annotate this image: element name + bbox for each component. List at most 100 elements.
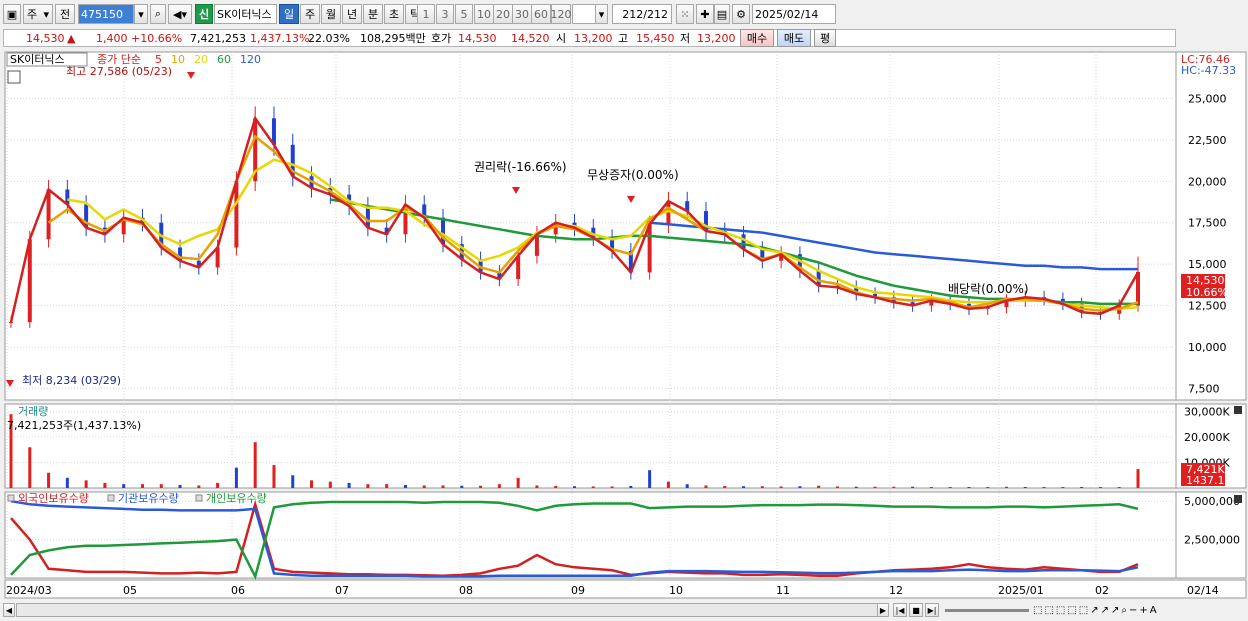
x-label-7: 11 xyxy=(776,584,790,597)
hold-tick-0: 2,500,000 xyxy=(1184,534,1240,547)
volume-bar xyxy=(835,486,839,488)
volume-bar xyxy=(723,485,727,488)
volume-bar xyxy=(629,485,633,488)
volume-bar xyxy=(460,485,464,488)
vol-tick-1: 20,000K xyxy=(1184,431,1230,444)
volume-bar xyxy=(573,486,576,488)
interval-tab-10[interactable]: 10 xyxy=(474,4,494,24)
interval-tab-60[interactable]: 60 xyxy=(531,4,551,24)
stock-name-field[interactable]: SK이터닉스 xyxy=(214,4,277,24)
period-tab-5[interactable]: 초 xyxy=(384,4,404,24)
volume-bar xyxy=(873,486,877,488)
volume-bar xyxy=(610,486,614,488)
first-icon[interactable]: |◀ xyxy=(893,603,907,617)
volume-bar xyxy=(328,481,332,488)
search-icon[interactable]: ⌕ xyxy=(150,4,166,24)
volume-bar xyxy=(1061,486,1065,488)
stock-code-input[interactable]: 475150 xyxy=(78,4,134,24)
interval-tab-30[interactable]: 30 xyxy=(512,4,532,24)
volume-bar xyxy=(967,486,971,488)
volume-bar xyxy=(948,486,952,488)
volume-bar xyxy=(704,485,708,488)
x-label-5: 09 xyxy=(571,584,585,597)
volume-bar xyxy=(929,486,933,488)
window-menu-icon[interactable]: ▣ xyxy=(3,4,21,24)
interval-tab-5[interactable]: 5 xyxy=(455,4,473,24)
period-tab-3[interactable]: 년 xyxy=(342,4,362,24)
table-toggle-icon[interactable] xyxy=(7,70,21,84)
save-icon[interactable]: ▤ xyxy=(714,4,730,24)
scroll-right-icon[interactable]: ▶ xyxy=(877,603,889,617)
low-price: 13,200 xyxy=(697,31,736,45)
price-tick-7: 25,000 xyxy=(1188,92,1227,105)
x-label-4: 08 xyxy=(459,584,473,597)
price-tick-3: 15,000 xyxy=(1188,258,1227,271)
buy-button[interactable]: 매수 xyxy=(740,29,774,47)
code-dropdown-icon[interactable]: ▾ xyxy=(134,4,148,24)
crosshair-icon[interactable]: ✚ xyxy=(696,4,714,24)
volume-bar xyxy=(253,442,257,488)
market-select[interactable]: 주 ▾ xyxy=(23,4,53,24)
change-percent: +10.66% xyxy=(131,31,183,45)
period-tab-2[interactable]: 월 xyxy=(321,4,341,24)
bar-count-field[interactable]: 212/212 xyxy=(612,4,672,24)
gear-icon[interactable]: ⚙ xyxy=(732,4,750,24)
price-tick-0: 7,500 xyxy=(1188,382,1220,395)
interval-tab-20[interactable]: 20 xyxy=(493,4,513,24)
prev-button[interactable]: 전 xyxy=(55,4,75,24)
holder-legend-box-2 xyxy=(195,494,203,502)
annotation-rights: 권리락(-16.66%) xyxy=(474,160,567,174)
stock-chart[interactable]: 7,500 10,000 12,500 15,000 17,500 20,000 22,50… xyxy=(0,50,1248,602)
volume-bar xyxy=(854,486,858,488)
volume-bar xyxy=(798,486,802,488)
volume-bar xyxy=(685,484,689,488)
interval-tab-1[interactable]: 1 xyxy=(417,4,435,24)
horizontal-scrollbar[interactable] xyxy=(16,603,882,617)
volume-value: 7,421,253 xyxy=(190,31,246,45)
grid-tool-icon[interactable]: ⁙ xyxy=(676,4,694,24)
volume-bar xyxy=(347,482,351,488)
volume-bar xyxy=(516,477,520,488)
speaker-icon[interactable]: ◀▾ xyxy=(168,4,192,24)
eval-button[interactable]: 평 xyxy=(814,29,836,47)
volume-bar xyxy=(159,484,163,488)
last-icon[interactable]: ▶| xyxy=(925,603,939,617)
volume-bar xyxy=(554,485,558,488)
volume-bar xyxy=(497,484,501,488)
price-tick-5: 20,000 xyxy=(1188,175,1227,188)
price-tick-1: 10,000 xyxy=(1188,341,1227,354)
sell-button[interactable]: 매도 xyxy=(777,29,811,47)
panel-frames xyxy=(4,51,1247,599)
high-label: 고 xyxy=(618,32,629,45)
volume-bar xyxy=(422,485,426,488)
x-label-11: 02/14 xyxy=(1187,584,1219,597)
volume-bar xyxy=(272,465,276,488)
zoom-slider[interactable] xyxy=(945,609,1029,612)
holder-legend-1: 기관보유수량 xyxy=(118,492,179,505)
pause-icon[interactable]: ■ xyxy=(909,603,923,617)
holder-legend-0: 외국인보유수량 xyxy=(18,492,89,505)
scroll-left-icon[interactable]: ◀ xyxy=(3,603,15,617)
x-axis-frame xyxy=(4,579,1247,599)
x-label-1: 05 xyxy=(123,584,137,597)
new-badge[interactable]: 신 xyxy=(195,4,213,24)
drawing-tools[interactable]: ⬚⬚⬚⬚⬚↗↗↗⌕−+A xyxy=(1033,603,1233,617)
hoga-label: 호가 xyxy=(431,32,452,45)
holders-close-icon[interactable] xyxy=(1234,495,1242,503)
period-tab-0[interactable]: 일 xyxy=(279,4,299,24)
date-field[interactable]: 2025/02/14 xyxy=(752,4,836,24)
volume-bar xyxy=(441,485,445,488)
interval-dropdown-icon[interactable]: ▾ xyxy=(595,4,608,24)
volume-close-icon[interactable] xyxy=(1234,406,1242,414)
candle-body xyxy=(234,181,239,248)
interval-tab-3[interactable]: 3 xyxy=(436,4,454,24)
volume-bar xyxy=(291,475,295,488)
volume-bar xyxy=(479,485,483,488)
interval-tab-120[interactable]: 120 xyxy=(551,4,572,24)
volume-bar xyxy=(178,484,182,488)
period-tab-1[interactable]: 주 xyxy=(300,4,320,24)
candle-body xyxy=(27,239,32,323)
volume-bar xyxy=(1098,486,1102,488)
period-tab-4[interactable]: 분 xyxy=(363,4,383,24)
volume-bar xyxy=(28,447,32,488)
